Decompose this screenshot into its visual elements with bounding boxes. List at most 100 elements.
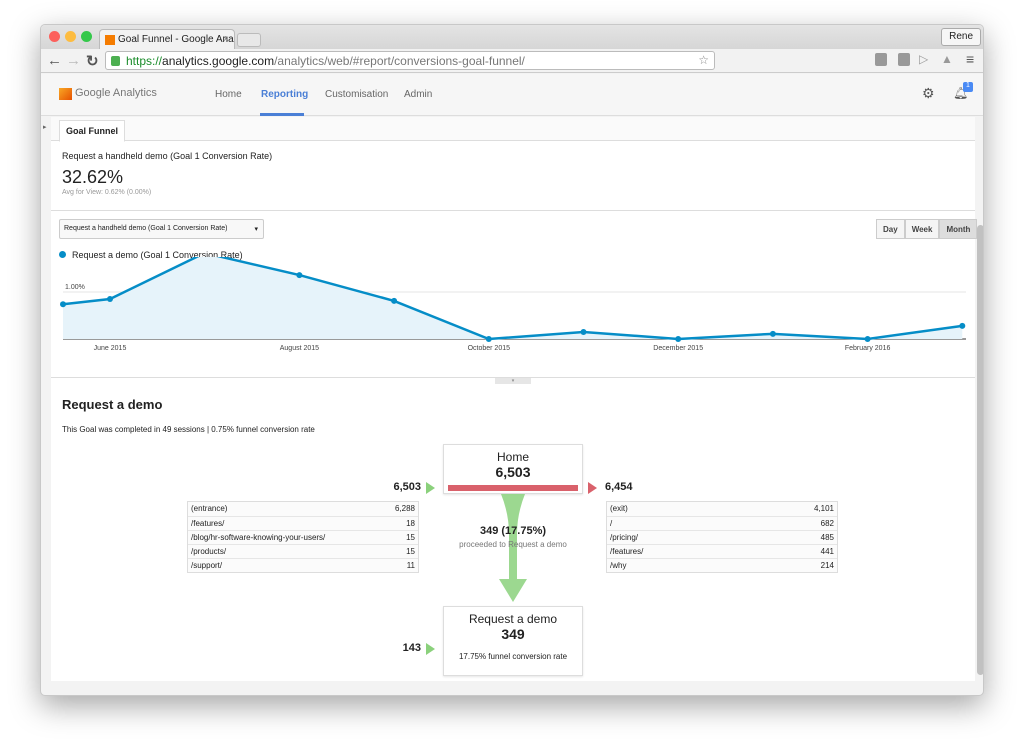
entrances-table: (entrance) 6,288/features/18/blog/hr-soft… [187,501,419,573]
table-row[interactable]: /products/15 [188,544,418,558]
tab-title: Goal Funnel - Google Analy [118,34,235,45]
browser-tab[interactable]: Goal Funnel - Google Analy × [99,29,235,49]
exit-arrow-icon [588,482,597,494]
chevron-down-icon: ▾ [254,226,258,233]
url-host: analytics.google.com [162,54,275,68]
nav-customisation[interactable]: Customisation [325,89,388,100]
reload-icon[interactable]: ↻ [86,52,99,70]
entrance-arrow-icon [426,482,435,494]
page-path: /why [610,561,627,570]
data-point [769,330,776,337]
table-row[interactable]: (entrance) 6,288 [188,502,418,516]
report-content: Goal Funnel Request a handheld demo (Goa… [51,117,978,681]
extension-icon[interactable] [898,53,910,66]
tab-goal-funnel[interactable]: Goal Funnel [59,120,126,142]
funnel-summary: This Goal was completed in 49 sessions |… [62,425,315,434]
ga-logo-icon [59,88,72,100]
page-path: /blog/hr-software-knowing-your-users/ [191,533,326,542]
step-name: Home [496,450,529,464]
data-point [485,336,492,342]
metric-avg: Avg for View: 0.62% (0.00%) [62,189,152,196]
ga-logo-text[interactable]: Google Analytics [75,87,157,99]
step1-entered: 6,503 [393,481,421,493]
step-rate: 17.75% funnel conversion rate [458,652,568,661]
table-row[interactable]: (exit) 4,101 [607,502,837,516]
minimize-window-button[interactable] [65,31,76,42]
ga-header: Google Analytics Home Reporting Customis… [41,74,983,116]
entrance-arrow-icon [426,643,435,655]
table-row[interactable]: /pricing/485 [607,530,837,544]
nav-admin[interactable]: Admin [404,89,432,100]
page-count: 15 [406,533,415,542]
metric-value: 32.62% [62,167,124,187]
drive-icon[interactable]: ▲ [941,52,953,66]
funnel-title: Request a demo [62,397,163,412]
lock-icon [111,56,120,66]
chart-resize-handle[interactable]: ▾ [495,378,531,384]
table-row[interactable]: /blog/hr-software-knowing-your-users/15 [188,530,418,544]
week-button[interactable]: Week [904,219,940,239]
table-row[interactable]: /features/18 [188,516,418,530]
step2-entered: 143 [402,642,421,654]
bookmark-star-icon[interactable]: ☆ [698,53,709,67]
x-tick-label: June 2015 [94,345,127,352]
metric-select[interactable]: Request a handheld demo (Goal 1 Conversi… [59,219,264,239]
url-path: /analytics/web/#report/conversions-goal-… [274,54,525,68]
address-bar[interactable]: https://analytics.google.com/analytics/w… [105,51,715,70]
data-point [107,296,113,303]
table-row[interactable]: / 682 [607,516,837,530]
extension-icon[interactable] [875,53,887,66]
proceed-arrow-icon [499,494,527,602]
page-path: (exit) [610,504,628,513]
x-tick-label: August 2015 [280,345,319,352]
day-button[interactable]: Day [876,219,905,239]
scrollbar[interactable] [977,225,983,675]
maximize-window-button[interactable] [81,31,92,42]
cast-icon[interactable]: ▷ [919,52,928,66]
back-icon[interactable]: ← [47,52,62,69]
page-path: (entrance) [191,504,228,513]
page-path: /pricing/ [610,533,639,542]
chrome-menu-icon[interactable]: ≡ [966,51,974,67]
granularity-toggle: Day Week Month [876,219,978,239]
data-point [864,336,871,342]
sidebar-expand-icon[interactable]: ▸ [43,123,47,131]
table-row[interactable]: /features/441 [607,544,837,558]
url-scheme: https:// [126,54,163,68]
step-value: 349 [501,626,525,642]
table-row[interactable]: /why 214 [607,558,837,572]
data-point [580,328,587,335]
browser-window: Goal Funnel - Google Analy × Rene ← → ↻ h… [40,24,984,696]
data-point [60,301,66,308]
step1-exited: 6,454 [605,481,633,493]
data-point [959,322,966,329]
data-point [391,297,398,304]
page-path: /features/ [191,519,225,528]
tab-bar: Goal Funnel - Google Analy × Rene [41,25,983,49]
page-path: / [610,519,613,528]
funnel-step-request-demo[interactable]: Request a demo 349 17.75% funnel convers… [443,606,583,676]
close-tab-icon[interactable]: × [223,34,229,45]
new-tab-button[interactable] [237,33,261,47]
data-point [675,336,682,342]
month-button[interactable]: Month [939,219,978,239]
page-path: /features/ [610,547,644,556]
settings-gear-icon[interactable]: ⚙ [922,85,935,102]
page-count: 15 [406,547,415,556]
forward-icon[interactable]: → [66,52,81,69]
nav-home[interactable]: Home [215,89,242,100]
page-count: 682 [820,519,834,528]
close-window-button[interactable] [49,31,60,42]
proceeded-count: 349 (17.75%) [479,525,547,537]
page-count: 485 [820,533,834,542]
notification-badge: 1 [963,82,973,92]
nav-reporting[interactable]: Reporting [261,89,308,100]
page-count: 441 [820,547,834,556]
x-tick-label: October 2015 [468,345,511,352]
table-row[interactable]: /support/11 [188,558,418,572]
data-point [296,272,303,279]
line-chart: 2.00%1.00%June 2015August 2015October 20… [60,257,966,352]
metric-title: Request a handheld demo (Goal 1 Conversi… [62,151,273,161]
user-profile-button[interactable]: Rene [941,28,981,46]
analytics-favicon-icon [105,35,115,45]
